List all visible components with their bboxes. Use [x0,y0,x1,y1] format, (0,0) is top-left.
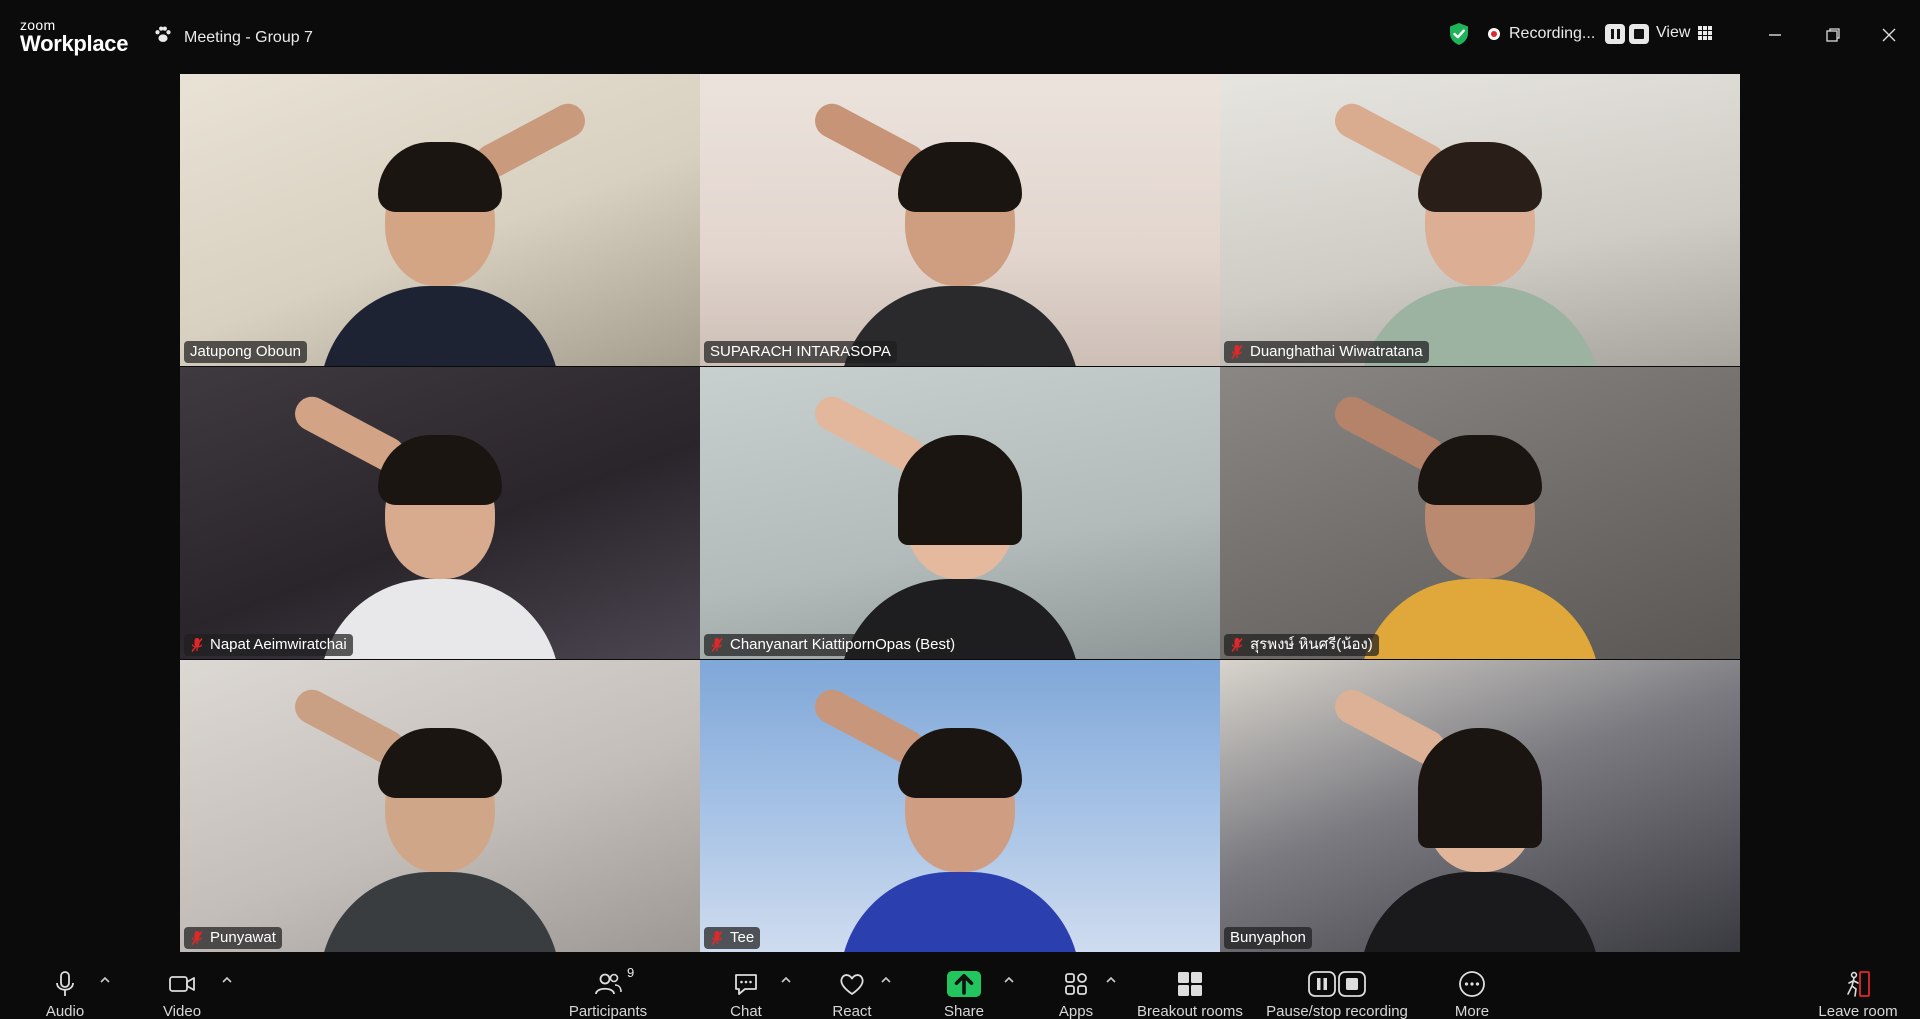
pause-recording-icon[interactable] [1605,24,1626,44]
video-tile[interactable]: Napat Aeimwiratchai [180,367,700,659]
video-tile[interactable]: Jatupong Oboun [180,74,700,366]
view-button[interactable]: View [1656,24,1713,42]
audio-label: Audio [45,1003,85,1019]
chat-bubble-icon [735,974,757,995]
chat-label: Chat [730,1003,762,1019]
pause-stop-recording-label: Pause/stop recording [1266,1003,1408,1019]
muted-mic-icon [1230,637,1244,653]
title-bar: zoom Workplace Meeting - Group 7 Recordi… [0,0,1920,70]
leave-room-label: Leave room [1818,1003,1898,1019]
apps-options-chevron-up-icon[interactable] [1105,973,1117,985]
participant-name: Chanyanart KiattipornOpas (Best) [730,636,956,653]
participant-name: Bunyaphon [1230,929,1306,946]
participant-figure [310,97,591,366]
video-gallery: Jatupong Oboun SUPARACH INTARASOPA Duang… [180,74,1740,952]
participant-figure [1329,390,1610,659]
participant-name-tag: สุรพงษ์ หินศรี(น้อง) [1224,634,1379,656]
video-tile[interactable]: Bunyaphon [1220,660,1740,952]
participant-name: Napat Aeimwiratchai [210,636,347,653]
apps-icon [1065,973,1087,995]
pause-stop-recording-button[interactable]: Pause/stop recording [1266,967,1408,1019]
pause-stop-recording-icon [1308,971,1366,997]
gallery-grid-icon [1698,26,1713,40]
close-button[interactable] [1874,20,1904,50]
more-ellipsis-icon [1459,971,1485,997]
audio-options-chevron-up-icon[interactable] [99,973,111,985]
apps-label: Apps [1058,1003,1094,1019]
muted-mic-icon [190,637,204,653]
stop-recording-icon[interactable] [1629,24,1650,44]
share-screen-icon [947,971,981,997]
video-label: Video [162,1003,202,1019]
breakout-rooms-icon [1178,972,1202,996]
meeting-title-text: Meeting - Group 7 [184,28,313,46]
participant-figure [809,97,1090,366]
participants-button[interactable]: 9 Participants [538,965,678,1019]
more-button[interactable]: More [1402,967,1542,1019]
participant-name: SUPARACH INTARASOPA [710,343,891,360]
participant-name-tag: Punyawat [184,927,282,949]
microphone-icon [56,971,74,996]
participants-icon [595,973,622,995]
restore-icon [1826,28,1840,42]
recording-label: Recording... [1509,25,1596,42]
participant-name-tag: Jatupong Oboun [184,341,307,363]
restore-button[interactable] [1818,20,1848,50]
meeting-toolbar: Audio Video 9 Participants Chat React Sh… [0,955,1920,1019]
more-label: More [1454,1003,1490,1019]
participant-name-tag: SUPARACH INTARASOPA [704,341,897,363]
participant-name: Duanghathai Wiwatratana [1250,343,1423,360]
breakout-rooms-button[interactable]: Breakout rooms [1120,967,1260,1019]
muted-mic-icon [1230,344,1244,360]
view-label: View [1656,24,1691,41]
video-camera-icon [169,976,195,992]
participant-name-tag: Chanyanart KiattipornOpas (Best) [704,634,962,656]
participant-name-tag: Tee [704,927,761,949]
react-label: React [832,1003,872,1019]
participant-figure [289,390,570,659]
participant-figure [1329,683,1610,952]
recording-dot-icon [1488,28,1500,40]
participant-name: Punyawat [210,929,276,946]
participant-figure [289,683,570,952]
share-label: Share [943,1003,985,1019]
video-tile-active-speaker[interactable]: SUPARACH INTARASOPA [700,74,1220,366]
video-tile[interactable]: Punyawat [180,660,700,952]
recording-status: Recording... [1448,22,1653,46]
zoom-workplace-logo: zoom Workplace [20,18,128,55]
muted-mic-icon [190,930,204,946]
participant-figure [809,390,1090,659]
participants-count: 9 [627,965,635,980]
participant-name: Jatupong Oboun [190,343,301,360]
react-options-chevron-up-icon[interactable] [880,973,892,985]
minimize-icon [1769,34,1781,36]
minimize-button[interactable] [1760,20,1790,50]
breakout-rooms-label: Breakout rooms [1137,1003,1243,1019]
video-tile[interactable]: Chanyanart KiattipornOpas (Best) [700,367,1220,659]
participant-name-tag: Duanghathai Wiwatratana [1224,341,1429,363]
participant-figure [1329,97,1610,366]
heart-icon [840,974,864,995]
participant-name-tag: Napat Aeimwiratchai [184,634,353,656]
muted-mic-icon [710,930,724,946]
logo-workplace-text: Workplace [20,31,129,56]
participant-name: Tee [730,929,755,946]
video-tile[interactable]: สุรพงษ์ หินศรี(น้อง) [1220,367,1740,659]
participant-figure [809,683,1090,952]
leave-door-icon [1847,971,1870,997]
participant-name: สุรพงษ์ หินศรี(น้อง) [1250,636,1373,653]
group-paw-icon [152,24,174,51]
video-options-chevron-up-icon[interactable] [221,973,233,985]
video-tile[interactable]: Tee [700,660,1220,952]
participants-label: Participants [568,1003,648,1019]
muted-mic-icon [710,637,724,653]
video-tile[interactable]: Duanghathai Wiwatratana [1220,74,1740,366]
participant-name-tag: Bunyaphon [1224,927,1312,949]
leave-room-button[interactable]: Leave room [1788,967,1920,1019]
meeting-title[interactable]: Meeting - Group 7 [152,24,313,51]
encryption-shield-icon[interactable] [1448,22,1470,46]
close-icon [1882,28,1896,42]
